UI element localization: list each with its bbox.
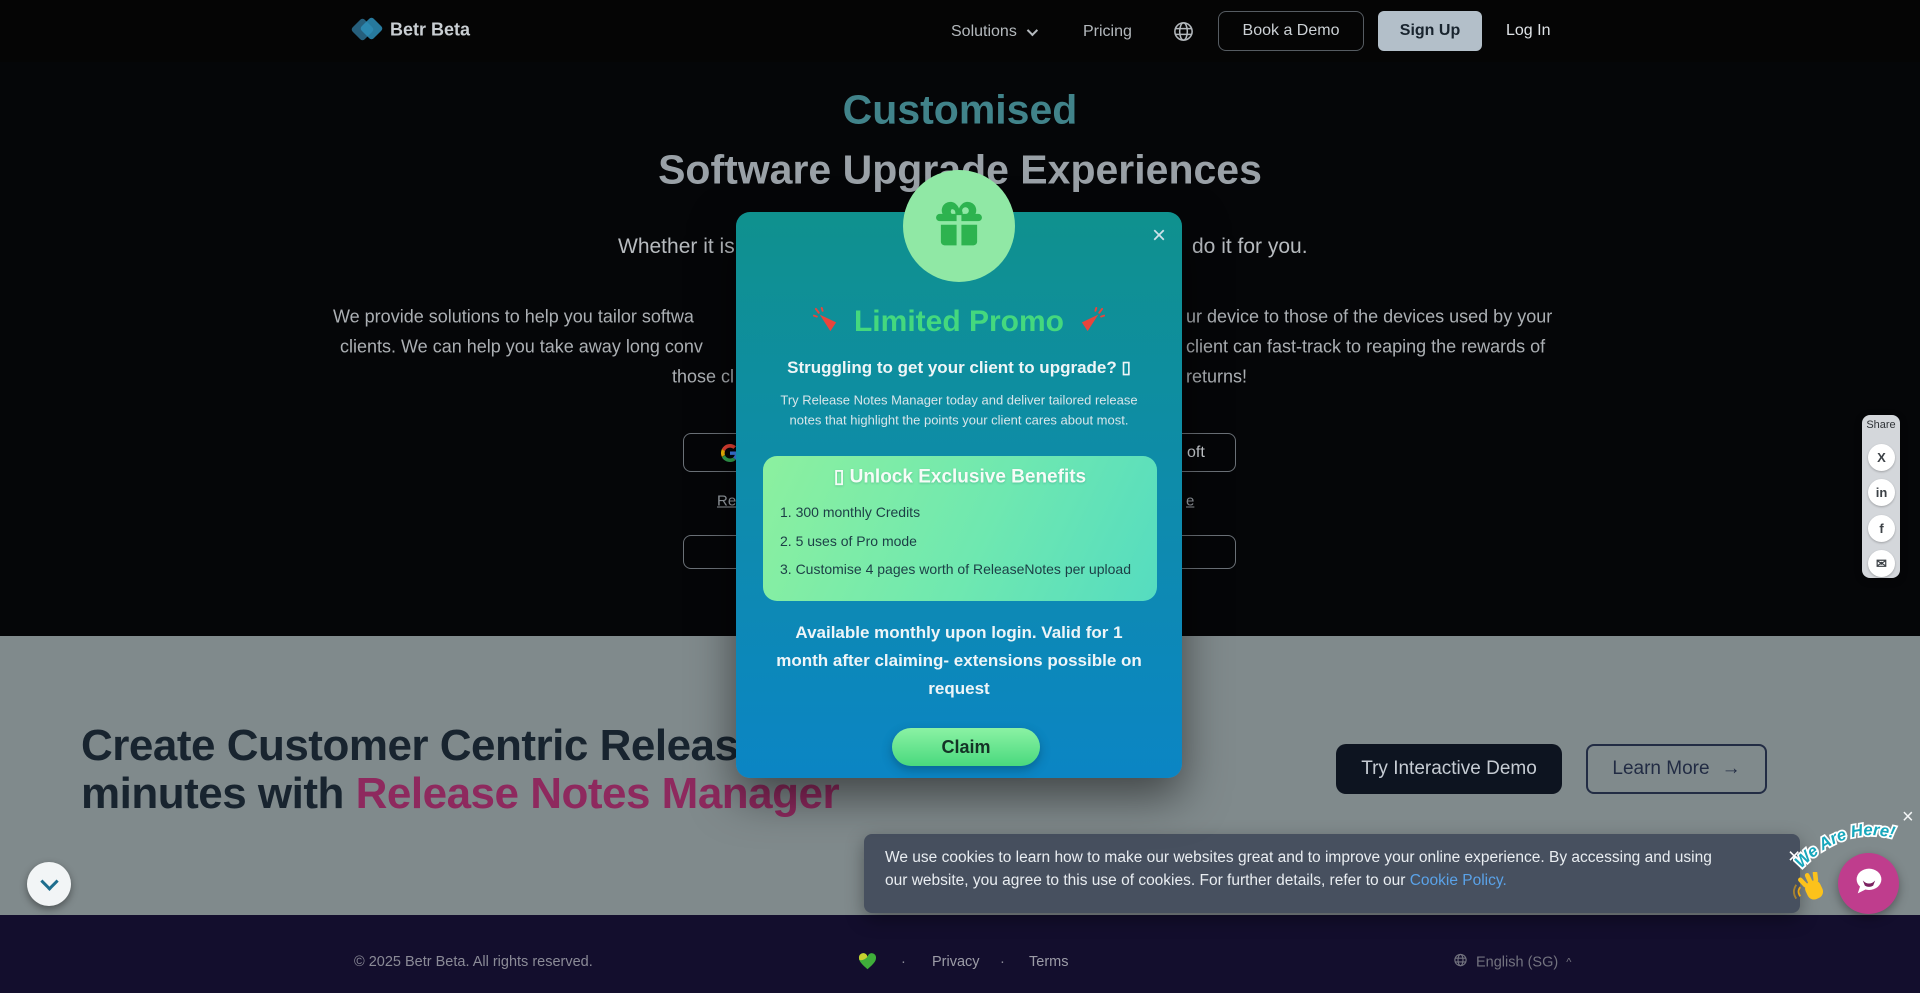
promo-validity-line2: month after claiming- extensions possibl… <box>776 651 1142 671</box>
hero-tagline-left: Whether it is <box>618 235 735 259</box>
close-icon[interactable]: × <box>1152 224 1166 248</box>
promo-validity-line1: Available monthly upon login. Valid for … <box>795 623 1122 643</box>
chat-launcher-button[interactable] <box>1838 853 1899 914</box>
cookie-banner: We use cookies to learn how to make our … <box>864 834 1800 913</box>
hero-title-accent: Customised <box>843 87 1078 134</box>
arrow-right-icon: → <box>1722 758 1741 780</box>
linkedin-icon: in <box>1876 485 1888 500</box>
share-x-button[interactable]: X <box>1868 444 1895 471</box>
register-link-right[interactable]: e <box>1186 493 1194 510</box>
terms-link[interactable]: Terms <box>1029 954 1068 970</box>
benefit-item: 2. 5 uses of Pro mode <box>780 533 917 549</box>
chevron-down-icon <box>1027 25 1038 36</box>
gift-icon <box>903 170 1015 282</box>
register-link-left[interactable]: Re <box>717 493 736 510</box>
share-label: Share <box>1866 419 1895 431</box>
cookie-text-line1: We use cookies to learn how to make our … <box>885 849 1712 867</box>
microsoft-button-visible-text: oft <box>1187 444 1205 462</box>
top-navbar: Betr Beta Solutions Pricing Book a Demo … <box>0 0 1920 62</box>
learn-more-button[interactable]: Learn More → <box>1586 744 1767 794</box>
chat-close-icon[interactable]: × <box>1902 806 1914 829</box>
promo-validity-line3: request <box>928 679 989 699</box>
promo-description-line2: notes that highlight the points your cli… <box>790 413 1129 428</box>
globe-icon <box>1453 953 1468 972</box>
green-heart-icon <box>858 953 877 975</box>
promo-modal: × Limited Promo Strugg <box>736 212 1182 778</box>
separator-dot: · <box>901 954 906 970</box>
globe-icon[interactable] <box>1172 20 1195 48</box>
log-in-link[interactable]: Log In <box>1506 22 1550 40</box>
separator-dot: · <box>1000 954 1005 970</box>
language-selector[interactable]: English (SG) ^ <box>1453 953 1571 972</box>
promo-title-row: Limited Promo <box>736 305 1182 339</box>
share-widget: Share X in f ✉ <box>1862 415 1900 578</box>
promo-title: Limited Promo <box>854 305 1064 339</box>
hero-paragraph-fragment: ur device to those of the devices used b… <box>1186 307 1552 328</box>
chat-bubble-icon <box>1851 863 1887 904</box>
promo-hook: Struggling to get your client to upgrade… <box>787 358 1131 378</box>
page: Betr Beta Solutions Pricing Book a Demo … <box>0 0 1920 993</box>
footer: © 2025 Betr Beta. All rights reserved. ·… <box>0 915 1920 993</box>
waving-hand-icon <box>1792 872 1834 914</box>
scroll-down-button[interactable] <box>27 862 71 906</box>
nav-item-solutions[interactable]: Solutions <box>951 23 1035 41</box>
share-facebook-button[interactable]: f <box>1868 515 1895 542</box>
promo-description-line1: Try Release Notes Manager today and deli… <box>780 393 1137 408</box>
hero-tagline-right: do it for you. <box>1192 235 1308 259</box>
email-icon: ✉ <box>1876 556 1887 572</box>
benefit-item: 1. 300 monthly Credits <box>780 504 920 520</box>
copyright-text: © 2025 Betr Beta. All rights reserved. <box>354 954 593 970</box>
cta-heading-line2: minutes with Release Notes Manager <box>81 769 839 819</box>
cookie-text-line2: our website, you agree to this use of co… <box>885 872 1507 890</box>
benefits-card: ▯ Unlock Exclusive Benefits 1. 300 month… <box>763 456 1157 601</box>
try-interactive-demo-button[interactable]: Try Interactive Demo <box>1336 744 1562 794</box>
facebook-icon: f <box>1879 521 1883 536</box>
brand-logo[interactable] <box>352 13 388 49</box>
benefits-title: ▯ Unlock Exclusive Benefits <box>834 466 1086 489</box>
claim-button[interactable]: Claim <box>892 728 1040 766</box>
sign-up-button[interactable]: Sign Up <box>1378 11 1482 51</box>
language-label: English (SG) <box>1476 954 1558 970</box>
nav-item-pricing[interactable]: Pricing <box>1083 23 1132 41</box>
privacy-link[interactable]: Privacy <box>932 954 980 970</box>
x-icon: X <box>1877 450 1886 465</box>
hero-paragraph-fragment: those cl <box>672 367 734 388</box>
benefit-item: 3. Customise 4 pages worth of ReleaseNot… <box>780 561 1131 577</box>
share-email-button[interactable]: ✉ <box>1868 550 1895 577</box>
book-demo-button[interactable]: Book a Demo <box>1218 11 1364 51</box>
share-linkedin-button[interactable]: in <box>1868 479 1895 506</box>
cookie-policy-link[interactable]: Cookie Policy. <box>1410 872 1507 889</box>
hero-paragraph-fragment: clients. We can help you take away long … <box>340 337 703 358</box>
brand-name[interactable]: Betr Beta <box>390 20 470 41</box>
caret-up-icon: ^ <box>1566 956 1571 968</box>
party-popper-icon <box>1078 306 1105 338</box>
party-popper-icon <box>813 306 840 338</box>
hero-paragraph-fragment: We provide solutions to help you tailor … <box>333 307 694 328</box>
chevron-down-icon <box>40 872 58 890</box>
hero-paragraph-fragment: returns! <box>1186 367 1247 388</box>
hero-paragraph-fragment: client can fast-track to reaping the rew… <box>1186 337 1545 358</box>
